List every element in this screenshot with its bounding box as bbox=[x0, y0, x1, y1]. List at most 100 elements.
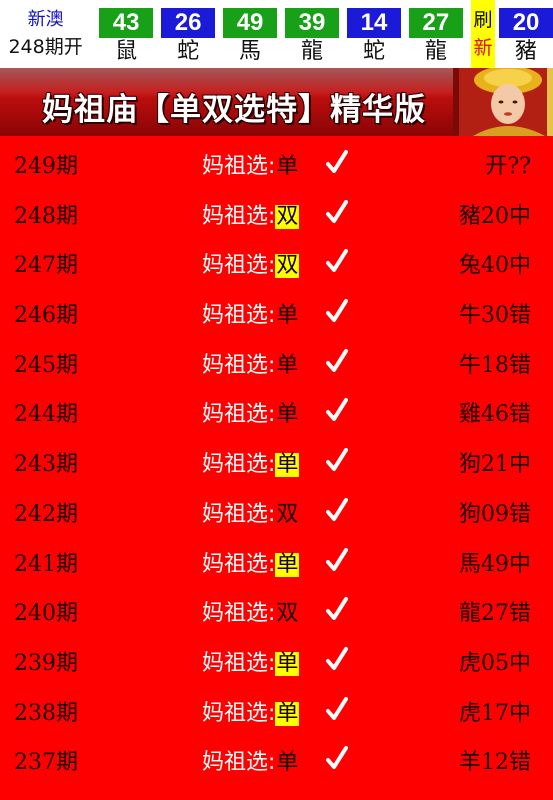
list-item: 239期 妈祖选:单 虎05中 bbox=[0, 633, 553, 683]
result-text: 牛30错 bbox=[459, 303, 531, 329]
period-number: 243期 bbox=[14, 452, 78, 478]
period-number: 245期 bbox=[14, 352, 78, 378]
refresh-button[interactable]: 刷 新 bbox=[470, 0, 496, 68]
pick-value: 单 bbox=[276, 402, 299, 428]
pick-label: 妈祖选: bbox=[202, 452, 276, 478]
check-icon bbox=[326, 597, 348, 621]
pick-line: 妈祖选:单 bbox=[202, 396, 299, 428]
pick-value: 单 bbox=[276, 303, 299, 329]
pick-value: 单 bbox=[275, 452, 300, 478]
list-item: 242期 妈祖选:双 狗09错 bbox=[0, 484, 553, 534]
pick-value: 双 bbox=[275, 203, 300, 229]
pick-value: 单 bbox=[276, 352, 299, 378]
period-number: 247期 bbox=[14, 253, 78, 279]
pick-line: 妈祖选:单 bbox=[202, 645, 300, 677]
list-item: 244期 妈祖选:单 雞46错 bbox=[0, 384, 553, 434]
ball-number: 39 bbox=[285, 8, 339, 38]
result-text: 羊12错 bbox=[459, 750, 531, 776]
pick-line: 妈祖选:单 bbox=[202, 546, 300, 578]
pick-line: 妈祖选:单 bbox=[202, 695, 300, 727]
period-label: 248期开 bbox=[8, 36, 83, 58]
pick-value: 双 bbox=[276, 501, 299, 527]
result-text: 开?? bbox=[485, 154, 531, 179]
pick-label: 妈祖选: bbox=[202, 303, 276, 329]
number-ball-1: 43 鼠 bbox=[99, 0, 154, 68]
pick-line: 妈祖选:双 bbox=[202, 595, 299, 627]
result-text: 虎05中 bbox=[459, 650, 531, 676]
issue-info: 新澳 248期开 bbox=[0, 0, 91, 68]
check-icon bbox=[326, 299, 348, 323]
check-icon bbox=[326, 448, 348, 472]
pick-label: 妈祖选: bbox=[202, 203, 276, 229]
result-text: 狗21中 bbox=[459, 452, 531, 478]
refresh-label-2: 新 bbox=[473, 37, 493, 59]
title-banner: 妈祖庙【单双选特】精华版 bbox=[0, 68, 553, 136]
ball-zodiac: 龍 bbox=[424, 39, 447, 64]
number-ball-2: 26 蛇 bbox=[161, 0, 216, 68]
result-text: 雞46错 bbox=[459, 402, 531, 428]
pick-label: 妈祖选: bbox=[202, 650, 276, 676]
pick-line: 妈祖选:双 bbox=[202, 496, 299, 528]
period-number: 239期 bbox=[14, 650, 78, 676]
list-item: 248期 妈祖选:双 豬20中 bbox=[0, 186, 553, 236]
pick-line: 妈祖选:单 bbox=[202, 744, 299, 776]
prediction-list: 249期 妈祖选:单 开?? 248期 妈祖选:双 豬20中 247期 妈祖选:双 兔40中 24… bbox=[0, 136, 553, 800]
check-icon bbox=[326, 150, 348, 173]
ball-number: 49 bbox=[223, 8, 278, 38]
result-text: 虎17中 bbox=[459, 700, 531, 726]
list-item: 243期 妈祖选:单 狗21中 bbox=[0, 434, 553, 484]
pick-label: 妈祖选: bbox=[202, 402, 276, 428]
ball-zodiac: 蛇 bbox=[362, 39, 385, 64]
ball-zodiac: 豬 bbox=[515, 39, 538, 64]
pick-label: 妈祖选: bbox=[202, 750, 276, 776]
ball-zodiac: 龍 bbox=[300, 39, 323, 64]
ball-zodiac: 蛇 bbox=[177, 39, 200, 64]
ball-number: 20 bbox=[499, 8, 553, 38]
pick-value: 单 bbox=[275, 700, 300, 726]
list-item: 237期 妈祖选:单 羊12错 bbox=[0, 732, 553, 782]
pick-value: 单 bbox=[275, 551, 300, 577]
pick-line: 妈祖选:单 bbox=[202, 446, 300, 478]
period-number: 240期 bbox=[14, 601, 78, 627]
check-icon bbox=[326, 348, 348, 372]
period-number: 237期 bbox=[14, 750, 78, 776]
result-text: 馬49中 bbox=[459, 551, 531, 577]
result-text: 牛18错 bbox=[459, 352, 531, 378]
pick-label: 妈祖选: bbox=[202, 501, 276, 527]
check-icon bbox=[326, 696, 348, 720]
list-item: 240期 妈祖选:双 龍27错 bbox=[0, 583, 553, 633]
result-text: 龍27错 bbox=[459, 601, 531, 627]
check-icon bbox=[326, 497, 348, 521]
special-ball: 20 豬 bbox=[499, 0, 553, 68]
ball-number: 26 bbox=[161, 8, 216, 38]
ball-number: 14 bbox=[346, 8, 401, 38]
list-item: 246期 妈祖选:单 牛30错 bbox=[0, 285, 553, 335]
pick-line: 妈祖选:双 bbox=[202, 247, 300, 279]
pick-line: 妈祖选:双 bbox=[202, 198, 300, 230]
check-icon bbox=[326, 746, 348, 770]
ball-number: 43 bbox=[99, 8, 154, 38]
pick-label: 妈祖选: bbox=[202, 700, 276, 726]
pick-line: 妈祖选:单 bbox=[202, 148, 299, 180]
pick-label: 妈祖选: bbox=[202, 551, 276, 577]
period-number: 241期 bbox=[14, 551, 78, 577]
ball-zodiac: 馬 bbox=[239, 39, 262, 64]
pick-value: 单 bbox=[276, 750, 299, 776]
pick-value: 单 bbox=[276, 154, 299, 179]
pick-line: 妈祖选:单 bbox=[202, 347, 299, 379]
pick-value: 双 bbox=[275, 253, 300, 279]
check-icon bbox=[326, 547, 348, 571]
check-icon bbox=[326, 398, 348, 422]
period-number: 246期 bbox=[14, 303, 78, 329]
number-ball-5: 14 蛇 bbox=[346, 0, 401, 68]
number-ball-6: 27 龍 bbox=[408, 0, 463, 68]
pick-line: 妈祖选:单 bbox=[202, 297, 299, 329]
number-ball-3: 49 馬 bbox=[223, 0, 278, 68]
goddess-portrait-image bbox=[453, 68, 553, 136]
refresh-label-1: 刷 bbox=[473, 9, 493, 31]
region-label: 新澳 bbox=[27, 9, 64, 30]
list-item: 241期 妈祖选:单 馬49中 bbox=[0, 534, 553, 584]
period-number: 249期 bbox=[14, 154, 78, 179]
period-number: 244期 bbox=[14, 402, 78, 428]
list-item: 247期 妈祖选:双 兔40中 bbox=[0, 235, 553, 285]
